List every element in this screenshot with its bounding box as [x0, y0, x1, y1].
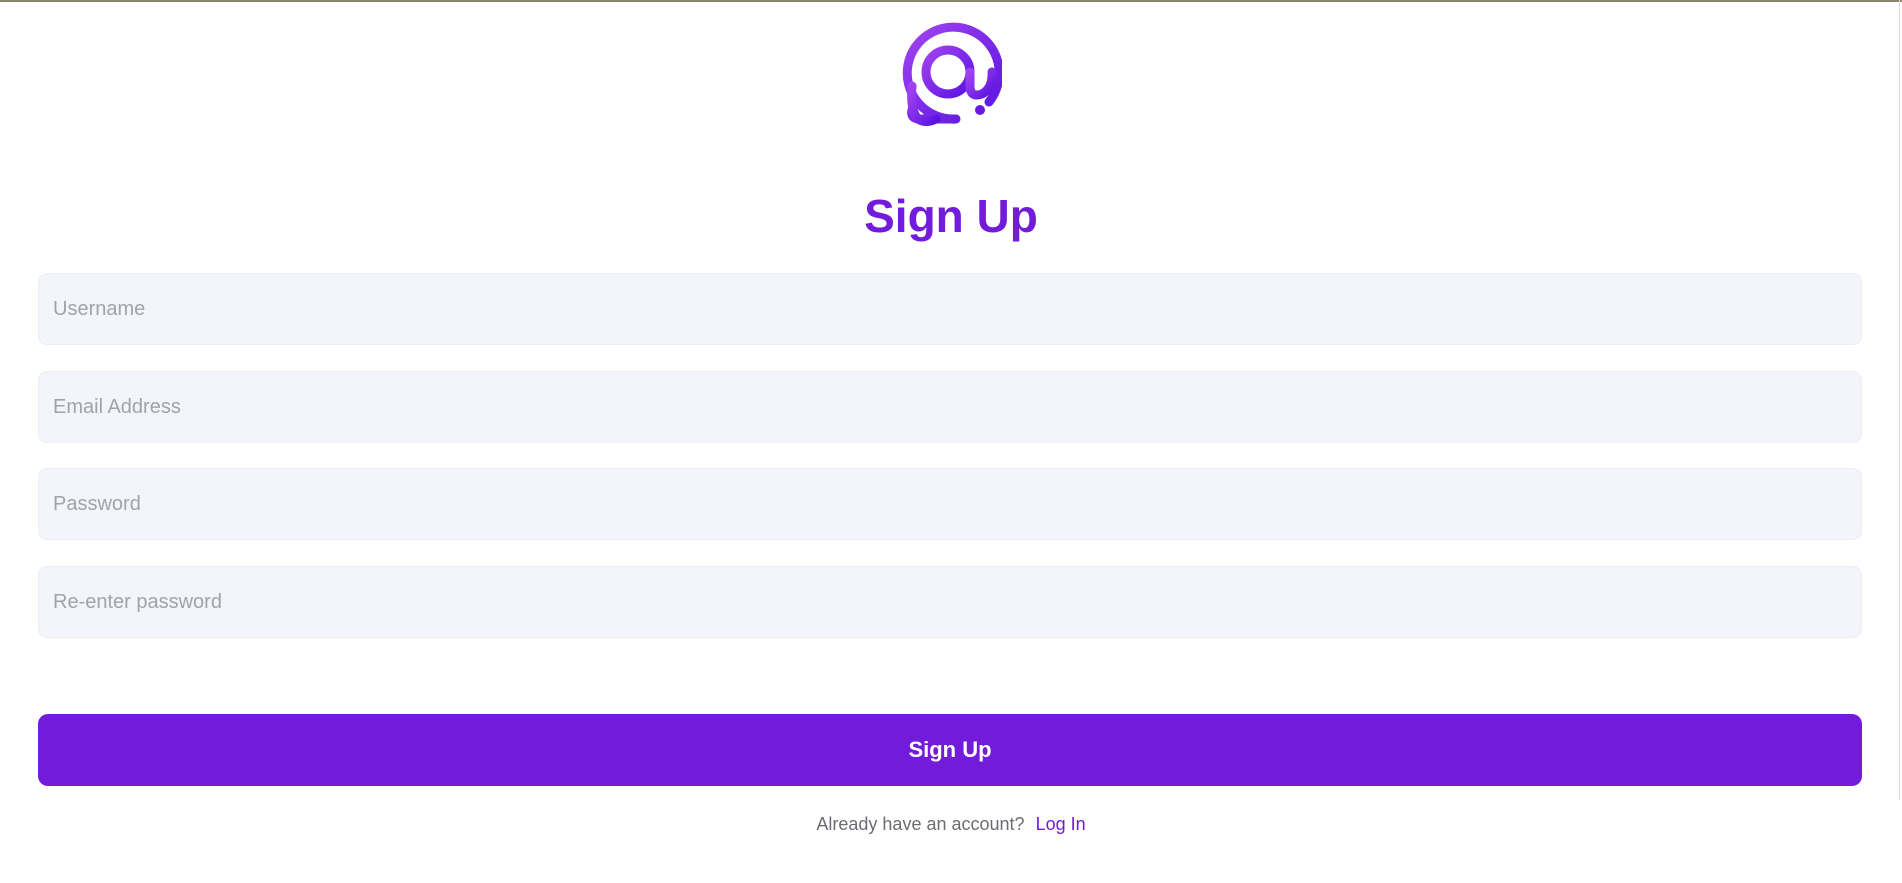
page-title: Sign Up	[864, 190, 1038, 242]
login-link[interactable]: Log In	[1036, 814, 1086, 834]
login-prompt: Already have an account? Log In	[0, 812, 1902, 836]
password-input[interactable]	[38, 468, 1862, 540]
scrollbar-edge	[1899, 0, 1900, 800]
username-input[interactable]	[38, 273, 1862, 345]
email-input[interactable]	[38, 371, 1862, 443]
sign-up-button[interactable]: Sign Up	[38, 714, 1862, 786]
confirm-password-input[interactable]	[38, 566, 1862, 638]
window-top-border	[0, 0, 1902, 2]
logo-icon	[896, 20, 1004, 126]
login-prompt-text: Already have an account?	[816, 814, 1025, 834]
